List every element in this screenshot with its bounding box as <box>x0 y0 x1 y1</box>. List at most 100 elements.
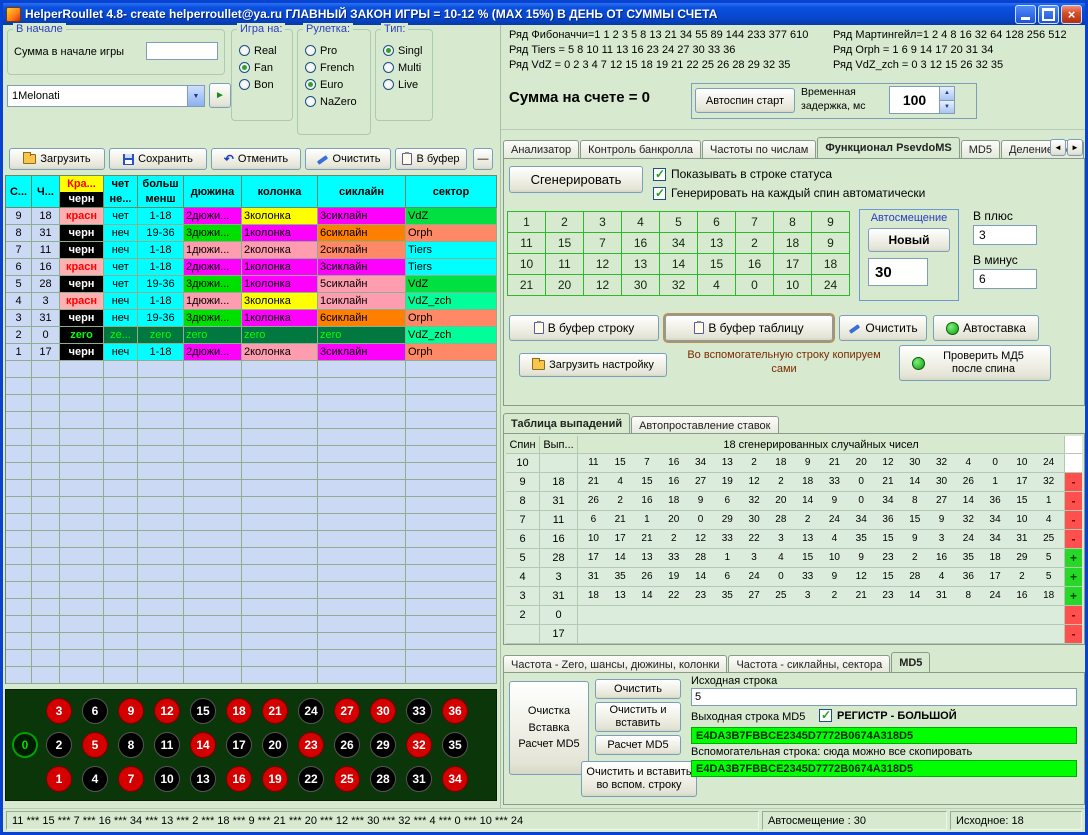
board-number-12[interactable]: 12 <box>154 698 180 724</box>
preset-combo[interactable]: 1Melonati ▼ <box>7 85 205 107</box>
board-number-22[interactable]: 22 <box>298 766 324 792</box>
tab-scroll-left-icon[interactable]: ◄ <box>1050 139 1066 156</box>
radio-option-fan[interactable]: Fan <box>232 59 292 76</box>
board-number-29[interactable]: 29 <box>370 732 396 758</box>
board-number-26[interactable]: 26 <box>334 732 360 758</box>
board-number-2[interactable]: 2 <box>46 732 72 758</box>
board-number-7[interactable]: 7 <box>118 766 144 792</box>
main-tab-1[interactable]: Контроль банкролла <box>580 140 701 158</box>
chevron-down-icon[interactable]: ▼ <box>187 86 204 106</box>
main-tab-4[interactable]: MD5 <box>961 140 1000 158</box>
board-number-28[interactable]: 28 <box>370 766 396 792</box>
radio-option-french[interactable]: French <box>298 59 370 76</box>
plus-value[interactable]: 3 <box>973 225 1037 245</box>
main-tab-0[interactable]: Анализатор <box>503 140 579 158</box>
maximize-button[interactable] <box>1038 5 1059 24</box>
board-number-11[interactable]: 11 <box>154 732 180 758</box>
board-number-14[interactable]: 14 <box>190 732 216 758</box>
bottom-tab-1[interactable]: Частота - сиклайны, сектора <box>728 655 890 673</box>
board-number-30[interactable]: 30 <box>370 698 396 724</box>
check-md5-button[interactable]: Проверить МД5 после спина <box>899 345 1051 381</box>
board-number-3[interactable]: 3 <box>46 698 72 724</box>
md5-clear-insert-aux-button[interactable]: Очистить и вставить во вспом. строку <box>581 761 697 797</box>
md5-calc-button[interactable]: Расчет MD5 <box>595 735 681 755</box>
ms-header: 10 <box>508 254 546 275</box>
radio-option-multi[interactable]: Multi <box>376 59 432 76</box>
board-number-13[interactable]: 13 <box>190 766 216 792</box>
board-number-1[interactable]: 1 <box>46 766 72 792</box>
spinner-up-icon[interactable]: ▲ <box>940 87 954 101</box>
register-checkbox[interactable]: РЕГИСТР - БОЛЬШОЙ <box>819 709 957 722</box>
undo-button[interactable]: Отменить <box>211 148 301 170</box>
board-number-19[interactable]: 19 <box>262 766 288 792</box>
main-tab-2[interactable]: Частоты по числам <box>702 140 816 158</box>
board-number-9[interactable]: 9 <box>118 698 144 724</box>
board-number-0[interactable]: 0 <box>12 732 38 758</box>
board-number-18[interactable]: 18 <box>226 698 252 724</box>
board-number-10[interactable]: 10 <box>154 766 180 792</box>
md5-combo-button[interactable]: Очистка Вставка Расчет MD5 <box>509 681 589 775</box>
board-number-27[interactable]: 27 <box>334 698 360 724</box>
buffer-row-button[interactable]: В буфер строку <box>509 315 659 341</box>
radio-option-pro[interactable]: Pro <box>298 42 370 59</box>
board-number-5[interactable]: 5 <box>82 732 108 758</box>
check-md5-icon <box>912 357 925 370</box>
load-button[interactable]: Загрузить <box>9 148 105 170</box>
board-number-34[interactable]: 34 <box>442 766 468 792</box>
md5-aux-field[interactable]: E4DA3B7FBBCE2345D7772B0674A318D5 <box>691 760 1077 777</box>
checkbox-generate-each-spin[interactable]: Генерировать на каждый спин автоматическ… <box>653 186 925 200</box>
board-number-33[interactable]: 33 <box>406 698 432 724</box>
board-number-32[interactable]: 32 <box>406 732 432 758</box>
start-sum-input[interactable] <box>146 42 218 60</box>
collapse-button[interactable]: — <box>473 148 493 170</box>
radio-option-euro[interactable]: Euro <box>298 76 370 93</box>
autoshift-value[interactable]: 30 <box>868 258 928 286</box>
md5-clear-button[interactable]: Очистить <box>595 679 681 699</box>
tab-scroll-right-icon[interactable]: ► <box>1067 139 1083 156</box>
buffer-table-button[interactable]: В буфер таблицу <box>665 315 833 341</box>
checkbox-show-status[interactable]: Показывать в строке статуса <box>653 167 832 181</box>
cell <box>406 412 497 429</box>
board-number-15[interactable]: 15 <box>190 698 216 724</box>
board-number-23[interactable]: 23 <box>298 732 324 758</box>
save-button[interactable]: Сохранить <box>109 148 207 170</box>
board-number-6[interactable]: 6 <box>82 698 108 724</box>
generate-button[interactable]: Сгенерировать <box>509 166 643 193</box>
autospin-button[interactable]: Автоспин старт <box>695 88 795 113</box>
bottom-tab-0[interactable]: Частота - Zero, шансы, дюжины, колонки <box>503 655 727 673</box>
bottom-tab-2[interactable]: MD5 <box>891 652 930 673</box>
board-number-36[interactable]: 36 <box>442 698 468 724</box>
board-number-17[interactable]: 17 <box>226 732 252 758</box>
radio-option-bon[interactable]: Bon <box>232 76 292 93</box>
board-number-35[interactable]: 35 <box>442 732 468 758</box>
radio-option-singl[interactable]: Singl <box>376 42 432 59</box>
new-button[interactable]: Новый <box>868 228 950 252</box>
minimize-button[interactable] <box>1015 5 1036 24</box>
radio-option-nazero[interactable]: NaZero <box>298 93 370 110</box>
minus-value[interactable]: 6 <box>973 269 1037 289</box>
board-number-25[interactable]: 25 <box>334 766 360 792</box>
delay-value[interactable]: 100 <box>890 87 939 113</box>
board-number-16[interactable]: 16 <box>226 766 252 792</box>
md5-clear-insert-button[interactable]: Очистить и вставить <box>595 702 681 732</box>
autobet-button[interactable]: Автоставка <box>933 315 1039 341</box>
md5-source-input[interactable] <box>691 688 1077 706</box>
clear-ms-button[interactable]: Очистить <box>839 315 927 341</box>
board-number-8[interactable]: 8 <box>118 732 144 758</box>
board-number-31[interactable]: 31 <box>406 766 432 792</box>
outcome-tab-0[interactable]: Таблица выпадений <box>503 413 630 434</box>
load-settings-button[interactable]: Загрузить настройку <box>519 353 667 377</box>
board-number-24[interactable]: 24 <box>298 698 324 724</box>
close-button[interactable]: × <box>1061 5 1082 24</box>
board-number-20[interactable]: 20 <box>262 732 288 758</box>
outcome-tab-1[interactable]: Автопроставление ставок <box>631 416 778 434</box>
radio-option-real[interactable]: Real <box>232 42 292 59</box>
play-button[interactable]: ► <box>209 83 231 108</box>
board-number-21[interactable]: 21 <box>262 698 288 724</box>
spinner-down-icon[interactable]: ▼ <box>940 101 954 114</box>
clear-button[interactable]: Очистить <box>305 148 391 170</box>
board-number-4[interactable]: 4 <box>82 766 108 792</box>
copy-buffer-button[interactable]: В буфер <box>395 148 467 170</box>
radio-option-live[interactable]: Live <box>376 76 432 93</box>
main-tab-3[interactable]: Функционал PsevdoMS <box>817 137 959 158</box>
